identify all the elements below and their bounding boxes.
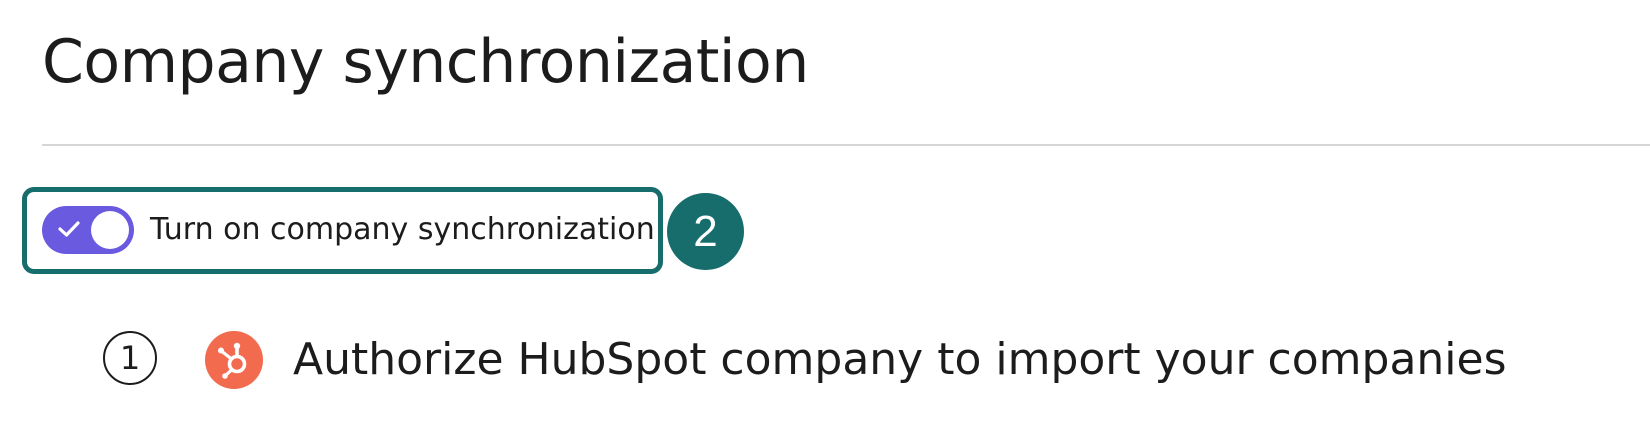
callout-badge: 2 xyxy=(667,193,744,270)
sync-toggle-label[interactable]: Turn on company synchronization xyxy=(150,208,655,252)
toggle-knob xyxy=(91,211,129,249)
sync-toggle[interactable] xyxy=(42,206,134,254)
step-label-authorize-hubspot: Authorize HubSpot company to import your… xyxy=(293,334,1507,385)
divider xyxy=(42,144,1650,146)
page-title: Company synchronization xyxy=(42,27,809,97)
hubspot-icon xyxy=(205,331,263,389)
step-number: 1 xyxy=(103,331,157,385)
check-icon xyxy=(58,221,80,237)
company-sync-page: Company synchronization Turn on company … xyxy=(0,0,1650,440)
